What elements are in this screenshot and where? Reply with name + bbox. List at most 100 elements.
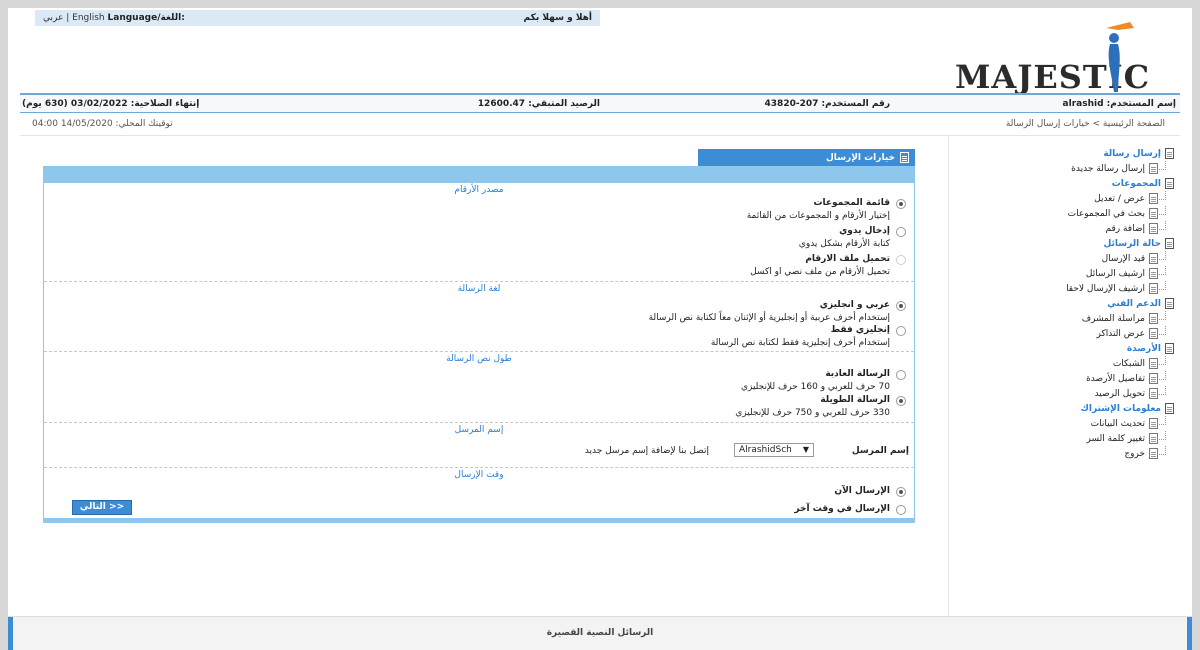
option-desc: إختيار الأرقام و المجموعات من القائمة (746, 211, 890, 221)
sidebar-item-view-edit[interactable]: عرض / تعديل (950, 191, 1180, 206)
logo-figure-icon (1106, 22, 1134, 92)
footer-text: الرسائل النصية القصيرة (546, 628, 654, 638)
sidebar-item-label: إرسال رسالة جديدة (1071, 163, 1145, 174)
balance-info: الرصيد المتبقي: 12600.47 (477, 99, 600, 109)
option-english-only[interactable]: إنجليزي فقط إستخدام أحرف إنجليزية فقط لك… (44, 324, 914, 351)
breadcrumb-row: الصفحة الرئيسية > خيارات إرسال الرسالة ت… (20, 119, 1180, 133)
option-long-message[interactable]: الرسالة الطويلة 330 حرف للعربي و 750 حرف… (44, 394, 914, 422)
section-title-sender-name: إسم المرسل (454, 425, 504, 435)
send-options-panel: مصدر الأرقام قائمة المجموعات إختيار الأر… (43, 166, 915, 523)
language-label: Language/اللغة: (107, 13, 185, 23)
sidebar-section-groups[interactable]: المجموعات (950, 176, 1180, 191)
document-icon (1149, 328, 1158, 339)
option-upload-file[interactable]: تحميل ملف الارقام تحميل الأرقام من ملف ن… (44, 253, 914, 281)
sidebar-item-search-groups[interactable]: بحث في المجموعات (950, 206, 1180, 221)
sidebar-section-message-status[interactable]: حالة الرسائل (950, 236, 1180, 251)
lang-separator: | (66, 13, 70, 23)
sidebar-item-add-number[interactable]: إضافة رقم (950, 221, 1180, 236)
document-icon (1149, 268, 1158, 279)
document-icon (1149, 358, 1158, 369)
radio-arabic-english[interactable] (896, 301, 906, 311)
sidebar-item-change-password[interactable]: تغيير كلمة السر (950, 431, 1180, 446)
document-icon (1165, 178, 1174, 189)
sidebar-item-contact-admin[interactable]: مراسلة المشرف (950, 311, 1180, 326)
sidebar-item-new-message[interactable]: إرسال رسالة جديدة (950, 161, 1180, 176)
section-title-send-time: وقت الإرسال (454, 470, 504, 480)
lang-english-link[interactable]: English (72, 13, 105, 23)
sidebar-item-scheduled-archive[interactable]: ارشيف الإرسال لاحقا (950, 281, 1180, 296)
language-bar: عربي | English Language/اللغة: أهلا و سه… (35, 10, 600, 26)
option-title: الرسالة الطويلة (820, 395, 890, 405)
sidebar-item-label: ارشيف الإرسال لاحقا (1066, 283, 1145, 294)
sidebar-section-balances[interactable]: الأرصدة (950, 341, 1180, 356)
sidebar-section-send-message[interactable]: إرسال رسالة (950, 146, 1180, 161)
radio-group-list[interactable] (896, 199, 906, 209)
chevron-down-icon: ▼ (802, 445, 809, 454)
option-group-list[interactable]: قائمة المجموعات إختيار الأرقام و المجموع… (44, 197, 914, 225)
sidebar-item-update-data[interactable]: تحديث البيانات (950, 416, 1180, 431)
sidebar-item-transfer-balance[interactable]: تحويل الرصيد (950, 386, 1180, 401)
welcome-text: أهلا و سهلا بكم (523, 13, 592, 23)
radio-send-now[interactable] (896, 487, 906, 497)
sender-selected-value: AlrashidSch (739, 445, 792, 455)
sidebar-item-sending[interactable]: قيد الإرسال (950, 251, 1180, 266)
sidebar-section-label: الدعم الفني (1107, 298, 1161, 309)
option-arabic-english[interactable]: عربي و انجليزي إستخدام أحرف عربية أو إنج… (44, 296, 914, 324)
radio-english-only[interactable] (896, 326, 906, 336)
option-normal-message[interactable]: الرسالة العادية 70 حرف للعربي و 160 حرف … (44, 366, 914, 394)
option-title: الإرسال في وقت آخر (794, 504, 890, 514)
sidebar-item-balance-details[interactable]: تفاصيل الأرصدة (950, 371, 1180, 386)
lang-arabic-link[interactable]: عربي (43, 13, 63, 23)
section-title-message-language: لغة الرسالة (457, 284, 501, 294)
next-button[interactable]: التالي >> (72, 500, 132, 515)
document-icon (1149, 448, 1158, 459)
option-manual-entry[interactable]: إدخال يدوي كتابة الأرقام بشكل يدوي (44, 225, 914, 253)
document-icon (1165, 148, 1174, 159)
document-icon (1165, 403, 1174, 414)
brand-logo: MAJESTIC (955, 16, 1155, 96)
option-desc: إستخدام أحرف إنجليزية فقط لكتابة نص الرس… (710, 338, 890, 348)
sender-name-select[interactable]: AlrashidSch ▼ (734, 443, 814, 457)
option-desc: 330 حرف للعربي و 750 حرف للإنجليزي (735, 408, 890, 418)
sidebar-item-label: تغيير كلمة السر (1086, 433, 1146, 444)
option-title: قائمة المجموعات (813, 198, 890, 208)
section-title-message-length: طول نص الرسالة (446, 354, 512, 364)
radio-manual-entry[interactable] (896, 227, 906, 237)
sidebar-item-logout[interactable]: خروج (950, 446, 1180, 461)
sidebar-section-label: حالة الرسائل (1103, 238, 1161, 249)
document-icon (1149, 283, 1158, 294)
sidebar-item-label: عرض / تعديل (1094, 193, 1145, 204)
sidebar-section-label: إرسال رسالة (1103, 148, 1161, 159)
document-icon (1149, 163, 1158, 174)
sidebar-item-label: قيد الإرسال (1101, 253, 1145, 264)
document-icon (1149, 223, 1158, 234)
option-title: إنجليزي فقط (830, 325, 890, 335)
sidebar-item-view-tickets[interactable]: عرض التذاكر (950, 326, 1180, 341)
document-icon (1149, 388, 1158, 399)
radio-upload-file[interactable] (896, 255, 906, 265)
sidebar-item-label: ارشيف الرسائل (1085, 268, 1145, 279)
option-title: الإرسال الآن (834, 486, 890, 496)
sidebar-item-label: عرض التذاكر (1096, 328, 1145, 339)
sidebar-section-label: معلومات الإشتراك (1080, 403, 1161, 414)
username-info: إسم المستخدم: alrashid (1062, 99, 1176, 109)
sidebar-item-messages-archive[interactable]: ارشيف الرسائل (950, 266, 1180, 281)
user-number-info: رقم المستخدم: 207-43820 (764, 99, 890, 109)
option-send-now[interactable]: الإرسال الآن (44, 482, 914, 501)
document-icon (1165, 238, 1174, 249)
document-icon (1165, 298, 1174, 309)
breadcrumb[interactable]: الصفحة الرئيسية > خيارات إرسال الرسالة (1006, 119, 1165, 129)
sidebar-item-label: تفاصيل الأرصدة (1086, 373, 1145, 384)
section-title-number-source: مصدر الأرقام (454, 185, 504, 195)
expiry-info: إنتهاء الصلاحية: 03/02/2022 (630 يوم) (22, 99, 200, 109)
sidebar-section-support[interactable]: الدعم الفني (950, 296, 1180, 311)
sidebar-section-subscription[interactable]: معلومات الإشتراك (950, 401, 1180, 416)
radio-send-later[interactable] (896, 505, 906, 515)
sidebar-section-label: الأرصدة (1126, 343, 1161, 354)
document-icon (1149, 193, 1158, 204)
radio-normal-message[interactable] (896, 370, 906, 380)
radio-long-message[interactable] (896, 396, 906, 406)
sidebar-item-networks[interactable]: الشبكات (950, 356, 1180, 371)
option-send-later[interactable]: الإرسال في وقت آخر (44, 501, 914, 519)
panel-header-bar (44, 167, 914, 183)
